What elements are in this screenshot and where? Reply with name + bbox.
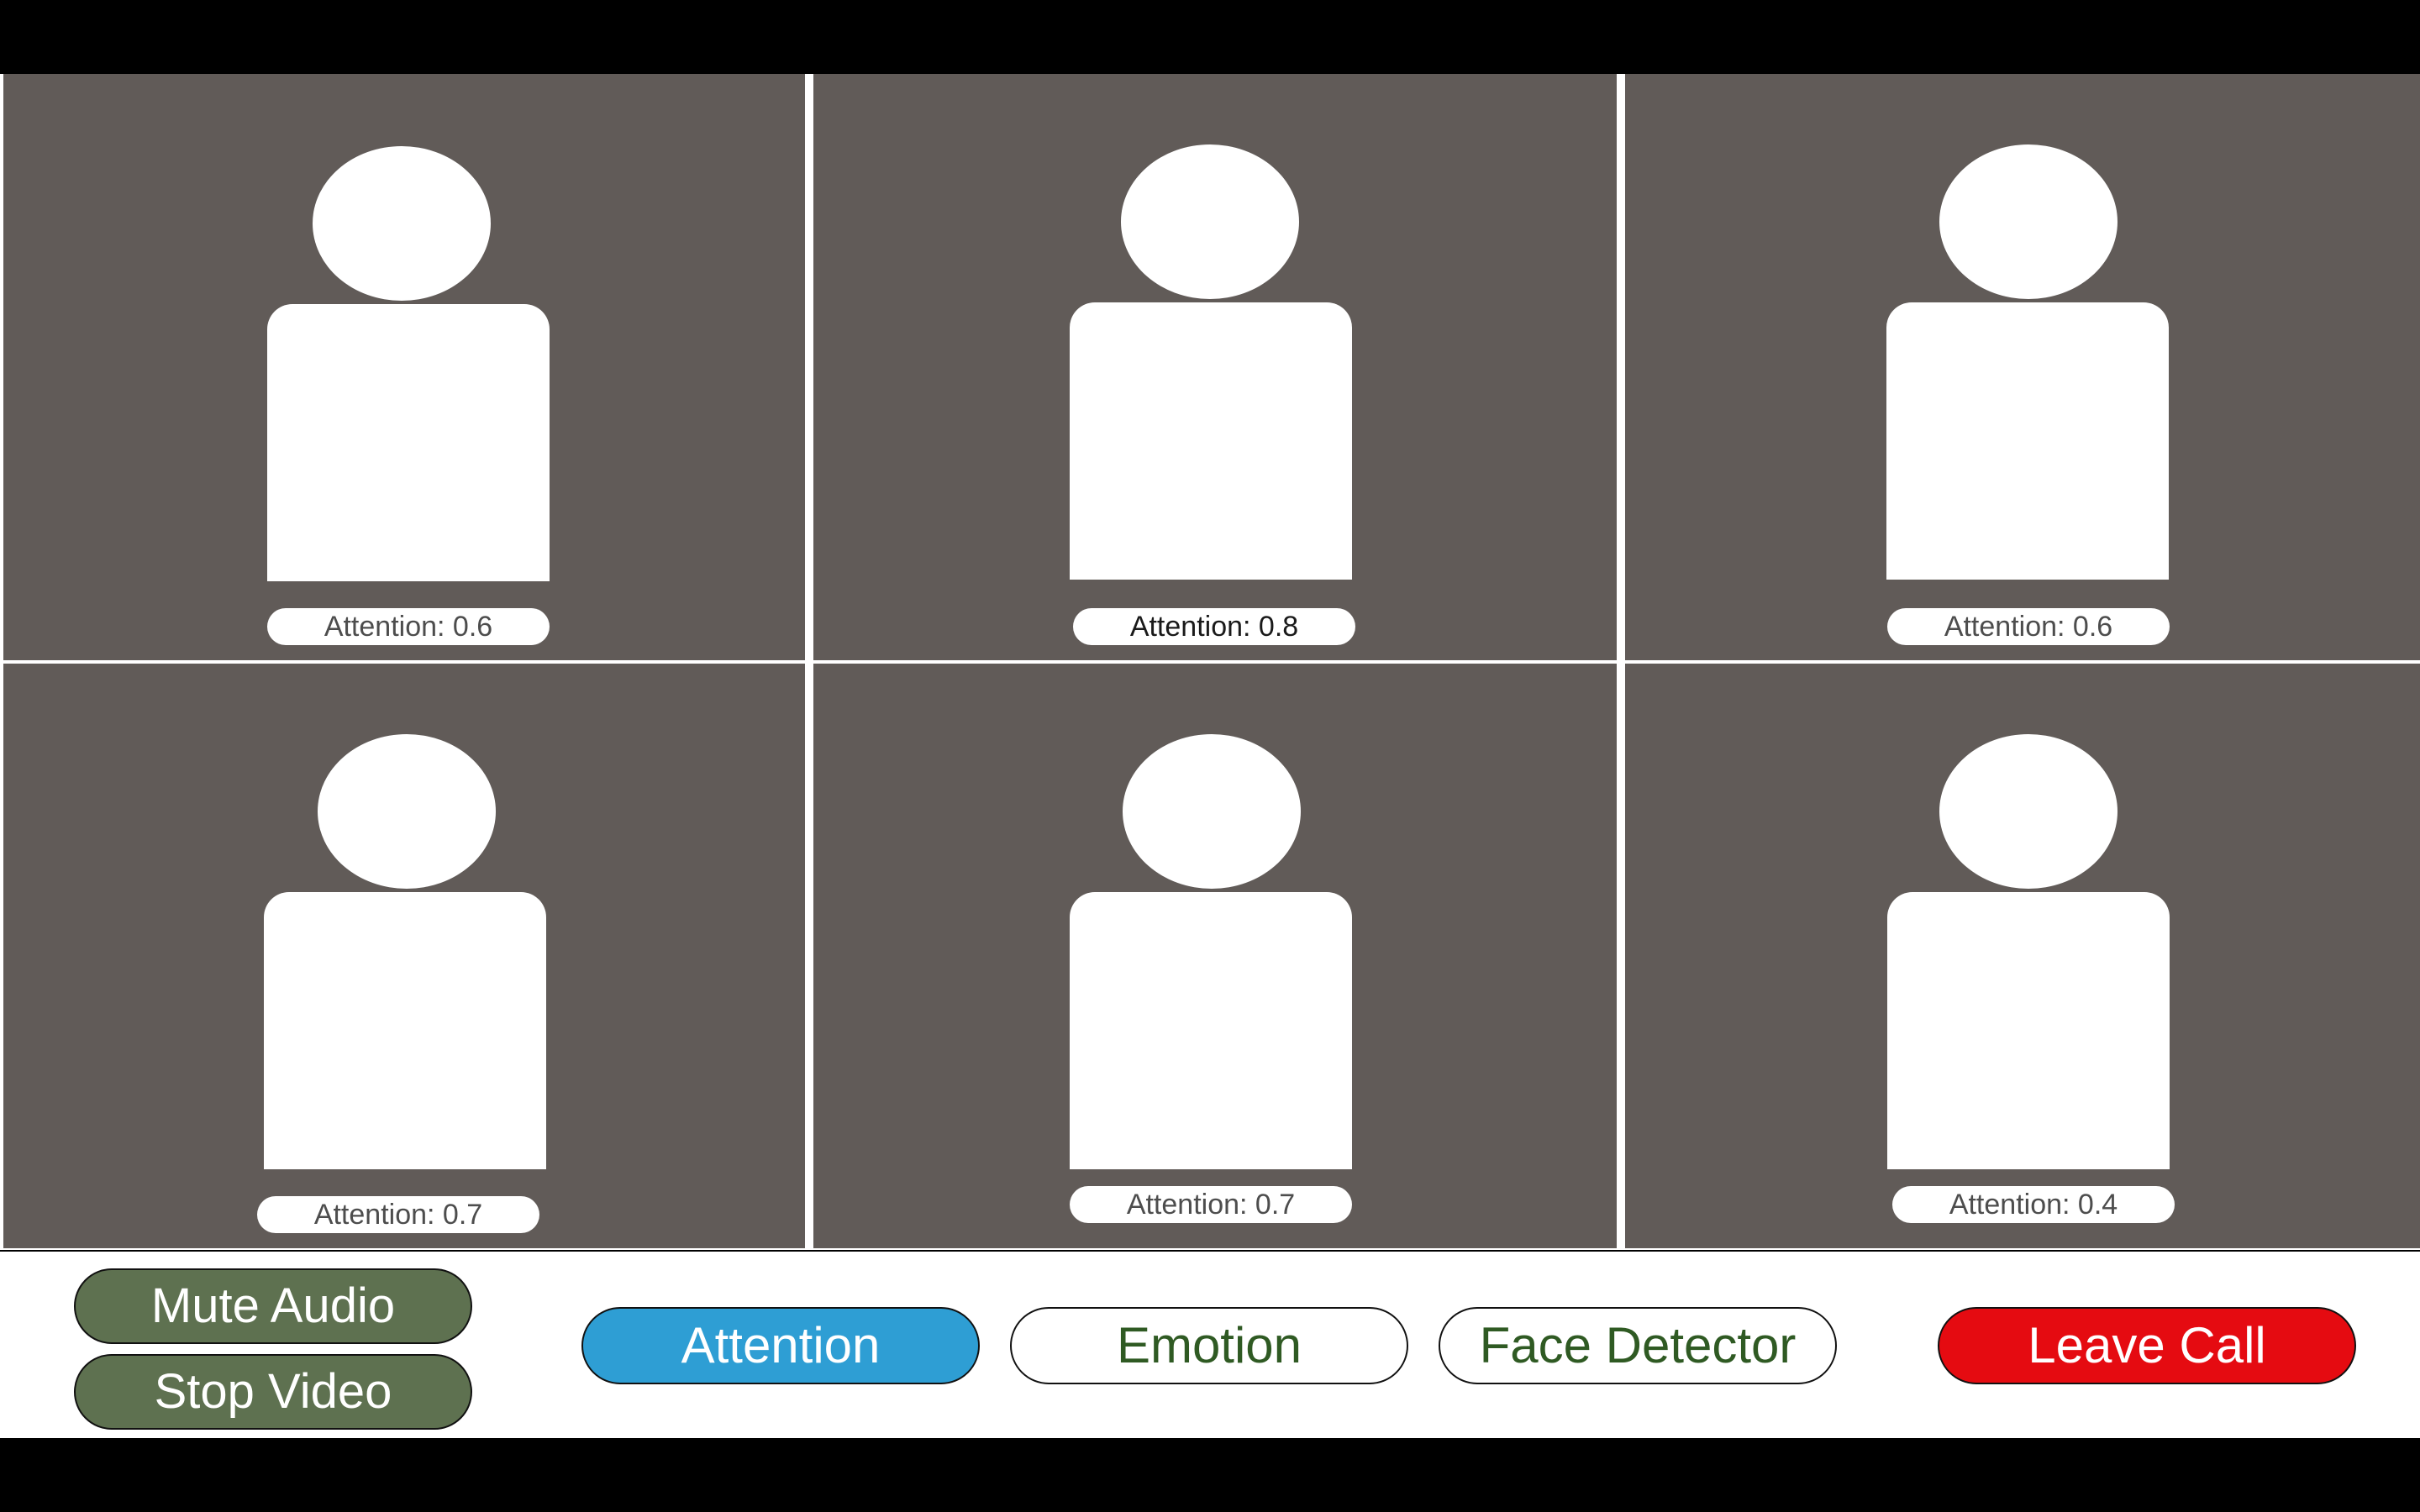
participant-tile[interactable]: Attention: 0.6 (1625, 74, 2420, 660)
avatar-head-icon (1939, 144, 2118, 299)
participant-tile[interactable]: Attention: 0.8 (813, 74, 1617, 660)
avatar-body-icon (1886, 302, 2169, 580)
avatar-head-icon (318, 734, 496, 889)
leave-call-button[interactable]: Leave Call (1938, 1307, 2356, 1384)
participant-tile[interactable]: Attention: 0.6 (3, 74, 805, 660)
video-call-window: Attention: 0.6 Attention: 0.8 Attention:… (0, 0, 2420, 1512)
attention-score-badge: Attention: 0.7 (1070, 1186, 1352, 1223)
avatar-head-icon (313, 146, 491, 301)
avatar-head-icon (1939, 734, 2118, 889)
attention-mode-button[interactable]: Attention (581, 1307, 980, 1384)
participant-grid: Attention: 0.6 Attention: 0.8 Attention:… (0, 74, 2420, 1250)
attention-score-badge: Attention: 0.4 (1892, 1186, 2175, 1223)
attention-score-badge: Attention: 0.6 (267, 608, 550, 645)
attention-score-badge: Attention: 0.8 (1073, 608, 1355, 645)
call-controls-bar: Mute Audio Stop Video Attention Emotion … (0, 1252, 2420, 1438)
participant-tile[interactable]: Attention: 0.7 (3, 664, 805, 1248)
emotion-mode-button[interactable]: Emotion (1010, 1307, 1408, 1384)
avatar-body-icon (1070, 302, 1352, 580)
attention-score-badge: Attention: 0.7 (257, 1196, 539, 1233)
participant-tile[interactable]: Attention: 0.4 (1625, 664, 2420, 1248)
avatar-body-icon (1887, 892, 2170, 1169)
participant-tile[interactable]: Attention: 0.7 (813, 664, 1617, 1248)
face-detector-mode-button[interactable]: Face Detector (1439, 1307, 1837, 1384)
avatar-body-icon (264, 892, 546, 1169)
avatar-head-icon (1123, 734, 1301, 889)
avatar-body-icon (1070, 892, 1352, 1169)
mute-audio-button[interactable]: Mute Audio (74, 1268, 472, 1344)
avatar-head-icon (1121, 144, 1299, 299)
stop-video-button[interactable]: Stop Video (74, 1354, 472, 1430)
attention-score-badge: Attention: 0.6 (1887, 608, 2170, 645)
avatar-body-icon (267, 304, 550, 581)
